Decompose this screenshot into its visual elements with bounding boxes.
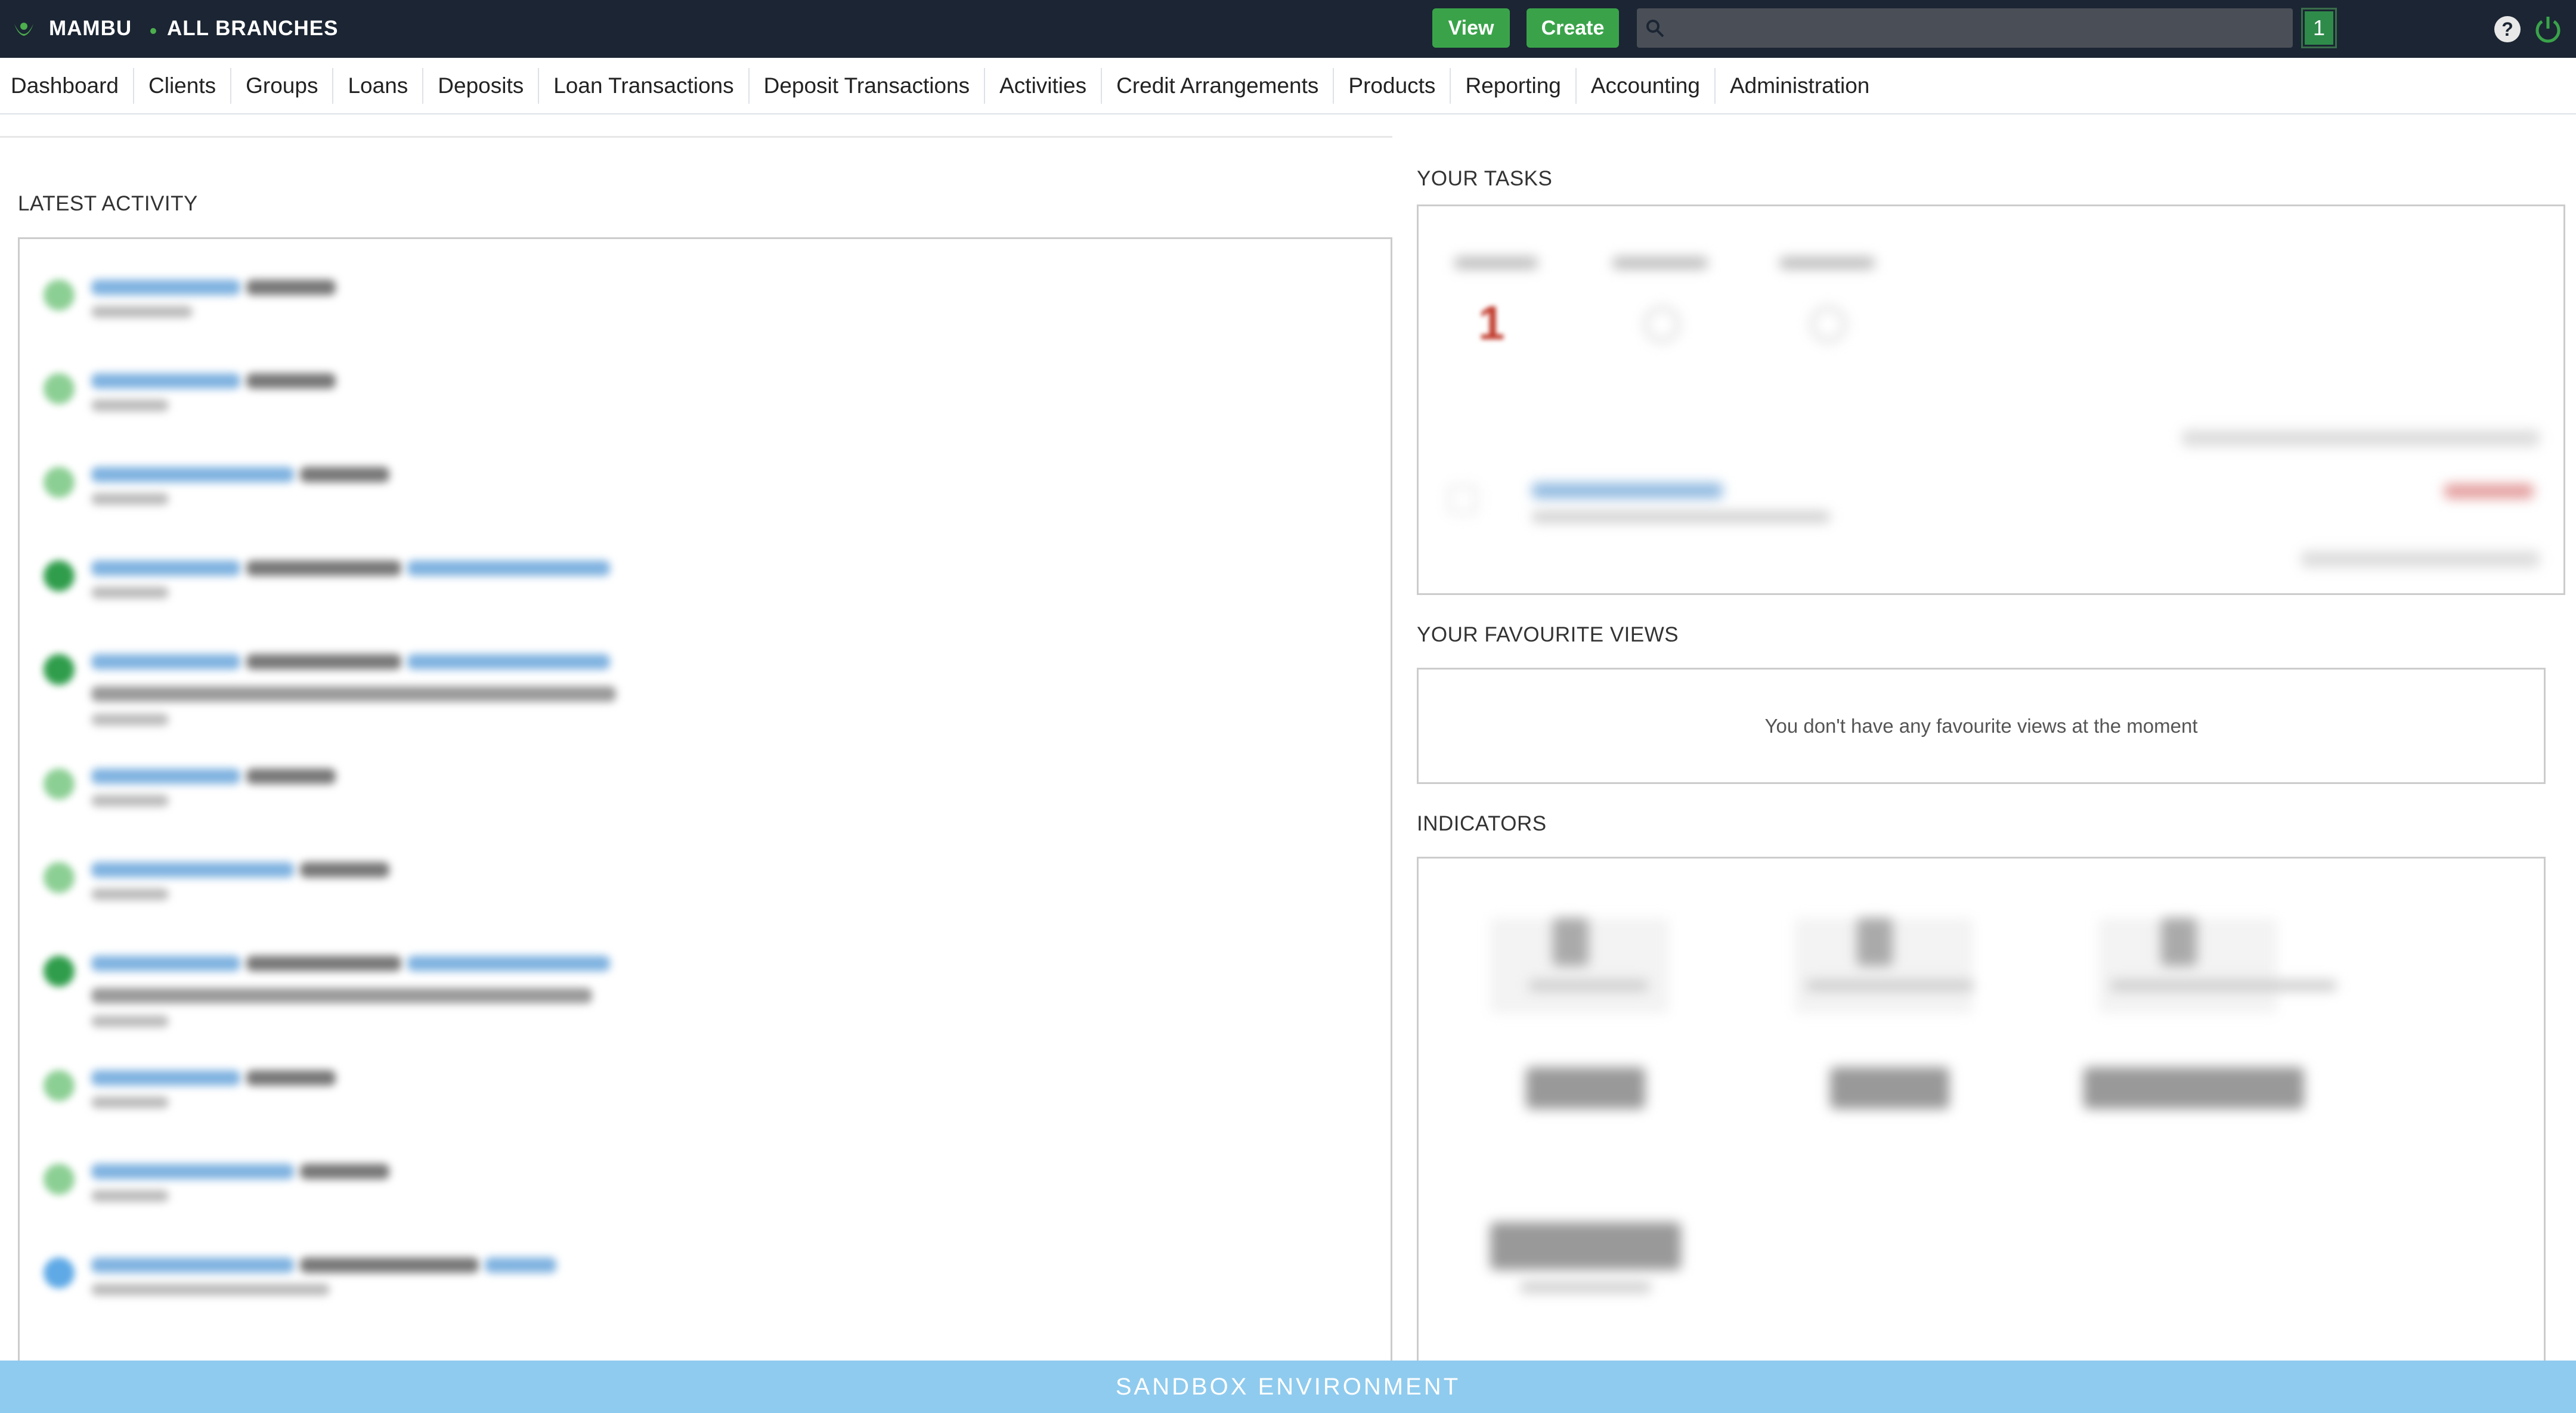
svg-text:?: ?: [2501, 18, 2513, 40]
activity-item[interactable]: [20, 1157, 1391, 1228]
indicator-tile[interactable]: [1830, 1067, 1949, 1109]
tasks-panel: 1: [1417, 204, 2565, 595]
main-nav: Dashboard Clients Groups Loans Deposits …: [0, 58, 2576, 114]
activity-user-icon: [44, 280, 75, 311]
activity-user-icon: [44, 560, 75, 591]
search-input[interactable]: [1637, 8, 2293, 48]
nav-deposit-transactions[interactable]: Deposit Transactions: [750, 67, 986, 104]
latest-activity-title: LATEST ACTIVITY: [18, 192, 198, 215]
nav-deposits[interactable]: Deposits: [423, 67, 540, 104]
activity-branch-icon: [44, 1257, 75, 1288]
activity-item[interactable]: [20, 1250, 1391, 1322]
indicators-panel: [1417, 857, 2546, 1393]
activity-user-icon: [44, 956, 75, 987]
overdue-count[interactable]: 1: [1478, 296, 1505, 351]
activity-item[interactable]: [20, 647, 1391, 736]
power-icon[interactable]: [2532, 13, 2564, 45]
nav-loan-transactions[interactable]: Loan Transactions: [539, 67, 750, 104]
indicator-tile[interactable]: [1490, 1222, 1681, 1270]
brand-name[interactable]: MAMBU: [49, 17, 132, 41]
activity-user-icon: [44, 1070, 75, 1101]
activity-user-icon: [44, 373, 75, 404]
help-icon[interactable]: ?: [2493, 14, 2522, 44]
favourite-views-panel: You don't have any favourite views at th…: [1417, 668, 2546, 784]
nav-dashboard[interactable]: Dashboard: [0, 67, 135, 104]
nav-administration[interactable]: Administration: [1716, 68, 1884, 104]
indicator-tile[interactable]: [2083, 1067, 2304, 1109]
activity-user-icon: [44, 1164, 75, 1195]
activity-item[interactable]: [20, 949, 1391, 1038]
nav-loans[interactable]: Loans: [333, 67, 424, 104]
nav-groups[interactable]: Groups: [231, 67, 334, 104]
notification-badge[interactable]: 1: [2301, 8, 2337, 48]
nav-credit-arrangements[interactable]: Credit Arrangements: [1102, 67, 1335, 104]
activity-item[interactable]: [20, 1063, 1391, 1135]
nav-accounting[interactable]: Accounting: [1577, 67, 1716, 104]
indicator-tile[interactable]: [1526, 1067, 1645, 1109]
activity-user-icon: [44, 862, 75, 893]
activity-item[interactable]: [20, 553, 1391, 625]
favourite-views-empty-message: You don't have any favourite views at th…: [1764, 714, 2198, 737]
activity-item[interactable]: [20, 366, 1391, 438]
create-button[interactable]: Create: [1527, 8, 1619, 48]
branch-status-dot: [150, 28, 156, 34]
activity-item[interactable]: [20, 460, 1391, 531]
mambu-logo-icon[interactable]: [12, 18, 36, 42]
branch-selector[interactable]: ALL BRANCHES: [167, 17, 338, 41]
sandbox-environment-banner: SANDBOX ENVIRONMENT: [0, 1361, 2576, 1413]
activity-user-icon: [44, 467, 75, 498]
activity-item[interactable]: [20, 272, 1391, 344]
nav-reporting[interactable]: Reporting: [1451, 67, 1577, 104]
activity-user-icon: [44, 769, 75, 800]
nav-clients[interactable]: Clients: [134, 67, 232, 104]
latest-activity-panel: [18, 237, 1392, 1370]
activity-item[interactable]: [20, 855, 1391, 926]
nav-products[interactable]: Products: [1334, 67, 1451, 104]
activity-item[interactable]: [20, 761, 1391, 833]
indicators-title: INDICATORS: [1417, 812, 1547, 835]
divider: [0, 136, 1392, 138]
activity-user-icon: [44, 654, 75, 685]
nav-activities[interactable]: Activities: [985, 67, 1103, 104]
favourite-views-title: YOUR FAVOURITE VIEWS: [1417, 623, 1679, 646]
search-icon: [1646, 20, 1664, 38]
your-tasks-title: YOUR TASKS: [1417, 167, 1553, 190]
view-button[interactable]: View: [1432, 8, 1510, 48]
top-bar: MAMBU ALL BRANCHES View Create 1 ?: [0, 0, 2576, 58]
